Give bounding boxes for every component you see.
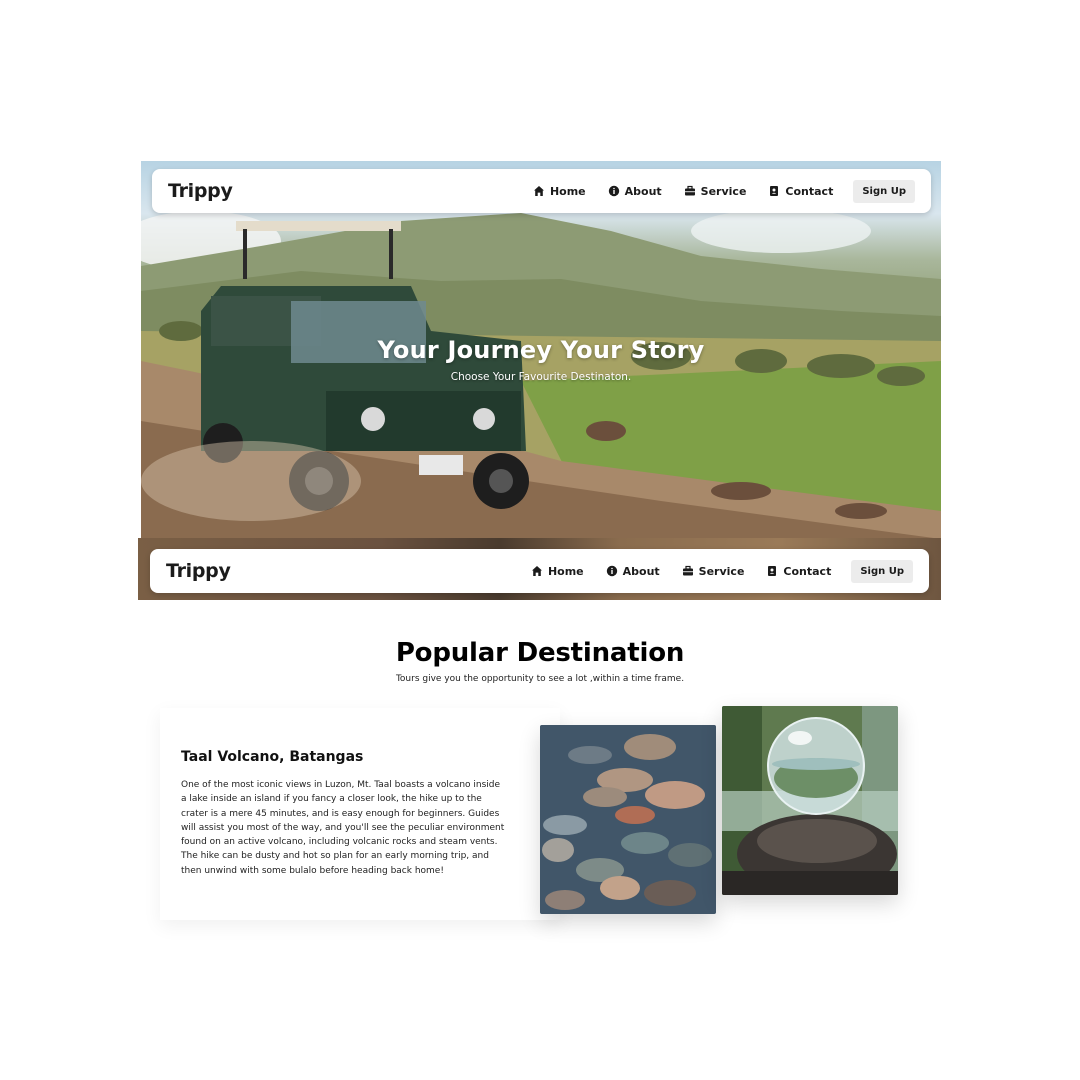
nav-item-label: About [622,564,660,578]
nav-links: Home About Service Contact Sign Up [511,179,915,203]
hero-title: Your Journey Your Story [377,336,705,364]
nav-item-contact[interactable]: Contact [766,565,831,578]
contact-book-icon [768,566,777,576]
home-icon [531,566,542,576]
hero-subtitle: Choose Your Favourite Destinaton. [450,371,632,383]
info-icon [608,185,619,197]
nav-item-label: Service [700,184,747,198]
contact-book-icon [770,186,779,196]
nav-item-about[interactable]: About [608,185,662,198]
nav-item-label: Contact [785,184,834,198]
brand-logo[interactable]: Trippy [168,180,233,202]
hero-banner: Trippy Home About Service Contact Sign U… [141,161,941,539]
section-subtitle: Tours give you the opportunity to see a … [395,674,685,684]
nav-item-about[interactable]: About [606,565,660,578]
nav-item-label: Home [549,184,586,198]
nav-item-home[interactable]: Home [533,185,586,198]
briefcase-icon [682,565,693,576]
destination-description: One of the most iconic views in Luzon, M… [181,780,505,876]
section-title: Popular Destination [395,638,685,668]
nav-item-label: Home [547,564,584,578]
sticky-navbar: Trippy Home About Service Contact Sign U… [150,549,929,593]
nav-item-label: Service [698,564,745,578]
main-navbar: Trippy Home About Service Contact Sign U… [152,169,931,213]
nav-links: Home About Service Contact Sign Up [509,559,913,583]
nav-item-home[interactable]: Home [531,565,584,578]
destination-title: Taal Volcano, Batangas [181,749,364,765]
nav-item-contact[interactable]: Contact [768,185,833,198]
sticky-navbar-strip: Trippy Home About Service Contact Sign U… [138,538,941,600]
signup-button[interactable]: Sign Up [853,179,915,203]
briefcase-icon [684,185,695,196]
nav-item-service[interactable]: Service [682,564,745,578]
hero-text: Your Journey Your Story Choose Your Favo… [141,336,941,383]
river-rocks-photo [540,725,716,914]
info-icon [606,565,617,577]
home-icon [533,186,544,196]
nav-item-label: About [624,184,662,198]
nav-item-service[interactable]: Service [684,184,747,198]
nav-item-label: Contact [783,564,832,578]
brand-logo[interactable]: Trippy [166,560,231,582]
signup-button[interactable]: Sign Up [851,559,913,583]
crystal-ball-waterfall-photo [722,706,898,895]
